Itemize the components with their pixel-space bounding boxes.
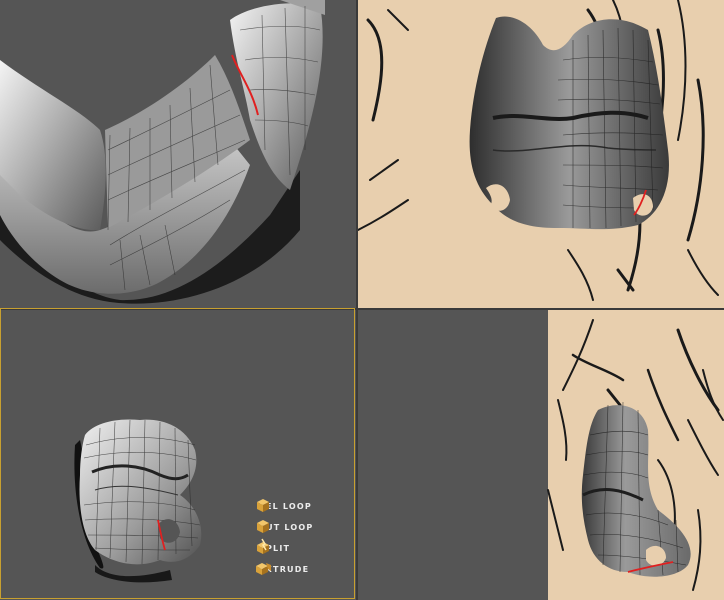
- cut-loop-button[interactable]: CUT LOOP: [254, 517, 344, 538]
- tool-panel: SEL LOOP CUT LOOP SPLIT EXTRUDE: [254, 496, 344, 580]
- box-icon: [257, 499, 269, 512]
- sel-loop-button[interactable]: SEL LOOP: [254, 496, 344, 517]
- split-button[interactable]: SPLIT: [254, 538, 344, 559]
- mesh-render: [547, 310, 724, 600]
- viewport-perspective-bottom[interactable]: [0, 0, 356, 308]
- viewport-front[interactable]: [358, 0, 724, 308]
- mesh-render: [358, 0, 719, 301]
- extrude-icon: [256, 563, 271, 575]
- viewport-perspective[interactable]: SEL LOOP CUT LOOP SPLIT EXTRUDE: [0, 310, 356, 600]
- viewport-side[interactable]: [358, 310, 724, 600]
- split-icon: [257, 538, 269, 554]
- mesh-render: [0, 0, 325, 304]
- extrude-button[interactable]: EXTRUDE: [254, 559, 344, 580]
- box-icon: [257, 520, 269, 533]
